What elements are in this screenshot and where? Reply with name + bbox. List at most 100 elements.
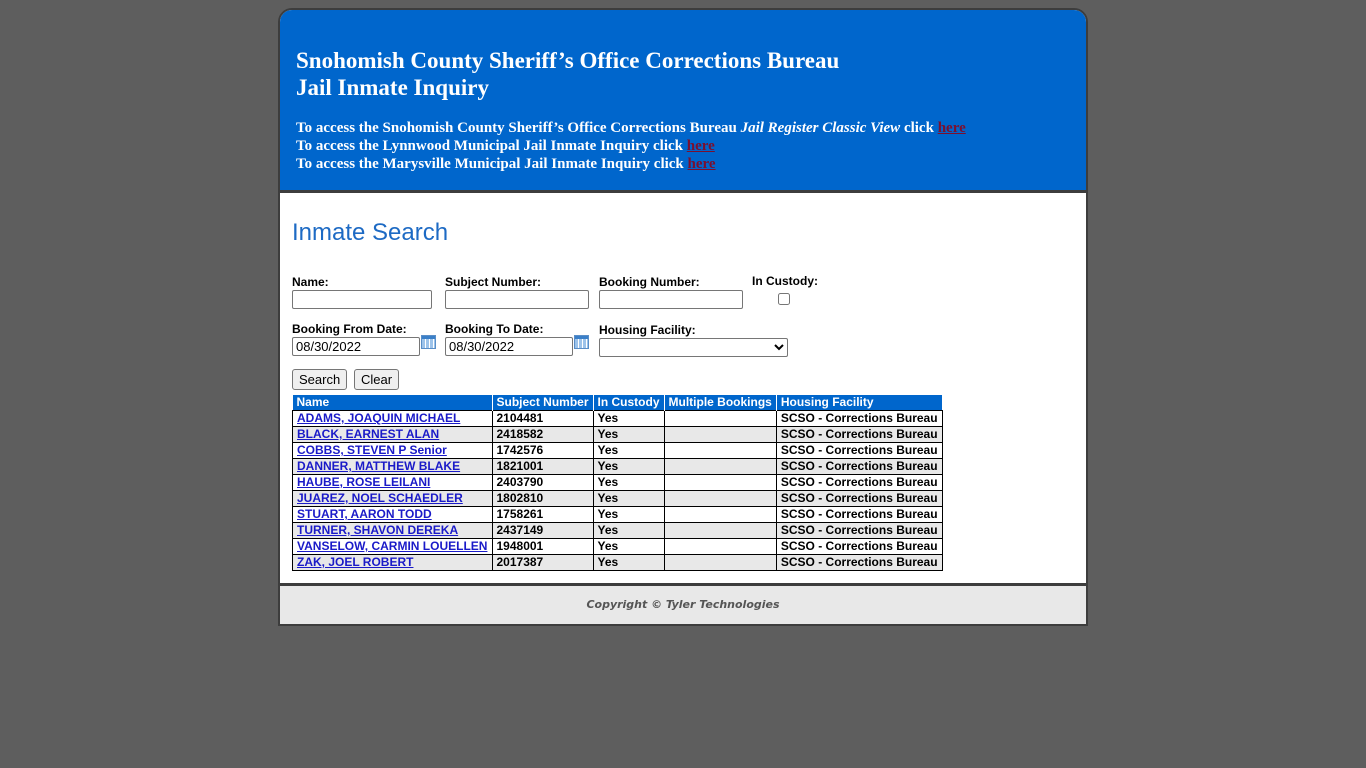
inmate-name-link[interactable]: DANNER, MATTHEW BLAKE xyxy=(297,459,460,473)
link-text: click xyxy=(900,120,938,136)
clear-button[interactable]: Clear xyxy=(354,369,400,390)
subject-number-cell: 1802810 xyxy=(491,490,594,507)
in-custody-cell: Yes xyxy=(592,474,665,491)
housing-facility-cell: SCSO - Corrections Bureau xyxy=(775,458,943,475)
in-custody-cell: Yes xyxy=(592,506,665,523)
table-row: DANNER, MATTHEW BLAKE 1821001 Yes SCSO - Co… xyxy=(292,458,943,475)
results-table: Name Subject Number In Custody Multiple … xyxy=(292,395,943,571)
multiple-bookings-cell xyxy=(663,522,777,539)
lynnwood-link[interactable]: here xyxy=(687,138,715,154)
inmate-name-cell: ZAK, JOEL ROBERT xyxy=(292,554,493,571)
in-custody-cell: Yes xyxy=(592,458,665,475)
column-header-in-custody[interactable]: In Custody xyxy=(593,395,665,411)
inmate-name-cell: DANNER, MATTHEW BLAKE xyxy=(292,458,493,475)
multiple-bookings-cell xyxy=(663,410,777,427)
booking-from-date-label: Booking From Date: xyxy=(292,322,407,336)
multiple-bookings-cell xyxy=(663,442,777,459)
site-title-line2: Jail Inmate Inquiry xyxy=(296,75,489,100)
multiple-bookings-cell xyxy=(663,474,777,491)
table-row: JUAREZ, NOEL SCHAEDLER 1802810 Yes SCSO - C… xyxy=(292,490,943,507)
in-custody-cell: Yes xyxy=(592,410,665,427)
housing-facility-cell: SCSO - Corrections Bureau xyxy=(775,538,943,555)
column-header-name[interactable]: Name xyxy=(292,395,493,411)
search-button[interactable]: Search xyxy=(292,369,348,390)
subject-number-cell: 2403790 xyxy=(491,474,594,491)
booking-from-date-input[interactable] xyxy=(292,337,420,356)
inmate-name-cell: BLACK, EARNEST ALAN xyxy=(292,426,493,443)
subject-number-input[interactable] xyxy=(445,290,589,309)
booking-to-date-input[interactable] xyxy=(445,337,573,356)
multiple-bookings-cell xyxy=(663,458,777,475)
calendar-icon[interactable] xyxy=(421,335,436,349)
multiple-bookings-cell xyxy=(663,554,777,571)
inmate-name-link[interactable]: VANSELOW, CARMIN LOUELLEN xyxy=(297,539,487,553)
inmate-name-link[interactable]: TURNER, SHAVON DEREKA xyxy=(297,523,458,537)
booking-to-date-label: Booking To Date: xyxy=(445,322,544,336)
name-label: Name: xyxy=(292,275,329,289)
inmate-name-link[interactable]: ADAMS, JOAQUIN MICHAEL xyxy=(297,411,460,425)
inmate-name-cell: HAUBE, ROSE LEILANI xyxy=(292,474,493,491)
calendar-icon[interactable] xyxy=(574,335,589,349)
facility-field-group: Housing Facility: xyxy=(599,323,788,357)
inmate-name-link[interactable]: ZAK, JOEL ROBERT xyxy=(297,555,413,569)
copyright-text: Copyright © Tyler Technologies xyxy=(586,598,780,611)
column-header-subject-number[interactable]: Subject Number xyxy=(492,395,594,411)
name-field-group: Name: xyxy=(292,275,432,309)
page-container: Snohomish County Sheriff’s Office Correc… xyxy=(278,8,1088,626)
marysville-link[interactable]: here xyxy=(688,156,716,172)
housing-facility-select[interactable] xyxy=(599,338,788,357)
link-text: To access the Marysville Municipal Jail … xyxy=(296,156,688,172)
housing-facility-cell: SCSO - Corrections Bureau xyxy=(775,490,943,507)
booking-number-input[interactable] xyxy=(599,290,743,309)
site-title-line1: Snohomish County Sheriff’s Office Correc… xyxy=(296,48,840,73)
inmate-name-cell: ADAMS, JOAQUIN MICHAEL xyxy=(292,410,493,427)
in-custody-cell: Yes xyxy=(592,522,665,539)
link-italic-text: Jail Register Classic View xyxy=(740,120,901,136)
link-line-classic-view: To access the Snohomish County Sheriff’s… xyxy=(296,119,1070,137)
inmate-name-link[interactable]: JUAREZ, NOEL SCHAEDLER xyxy=(297,491,463,505)
site-header: Snohomish County Sheriff’s Office Correc… xyxy=(280,10,1086,193)
in-custody-cell: Yes xyxy=(592,490,665,507)
inmate-name-link[interactable]: COBBS, STEVEN P Senior xyxy=(297,443,447,457)
subject-number-cell: 1821001 xyxy=(491,458,594,475)
housing-facility-cell: SCSO - Corrections Bureau xyxy=(775,410,943,427)
multiple-bookings-cell xyxy=(663,506,777,523)
page-title: Inmate Search xyxy=(292,219,449,246)
inmate-name-cell: COBBS, STEVEN P Senior xyxy=(292,442,493,459)
classic-view-link[interactable]: here xyxy=(938,120,966,136)
housing-facility-cell: SCSO - Corrections Bureau xyxy=(775,442,943,459)
inmate-name-link[interactable]: STUART, AARON TODD xyxy=(297,507,432,521)
inmate-name-cell: JUAREZ, NOEL SCHAEDLER xyxy=(292,490,493,507)
in-custody-label: In Custody: xyxy=(752,274,818,288)
in-custody-cell: Yes xyxy=(592,538,665,555)
table-row: BLACK, EARNEST ALAN 2418582 Yes SCSO - Corr… xyxy=(292,426,943,443)
main-content: Inmate Search Name: Subject Number: Book… xyxy=(280,193,1086,583)
table-row: ADAMS, JOAQUIN MICHAEL 2104481 Yes SCSO - C… xyxy=(292,410,943,427)
multiple-bookings-cell xyxy=(663,426,777,443)
inmate-name-link[interactable]: HAUBE, ROSE LEILANI xyxy=(297,475,430,489)
table-row: VANSELOW, CARMIN LOUELLEN 1948001 Yes SCSO … xyxy=(292,538,943,555)
subject-number-cell: 2418582 xyxy=(491,426,594,443)
housing-facility-cell: SCSO - Corrections Bureau xyxy=(775,474,943,491)
from-date-field-group: Booking From Date: xyxy=(292,322,436,356)
inmate-name-cell: STUART, AARON TODD xyxy=(292,506,493,523)
table-row: TURNER, SHAVON DEREKA 2437149 Yes SCSO - Co… xyxy=(292,522,943,539)
custody-field-group: In Custody: xyxy=(752,274,818,308)
link-text: To access the Snohomish County Sheriff’s… xyxy=(296,120,741,136)
site-title: Snohomish County Sheriff’s Office Correc… xyxy=(296,47,1070,101)
in-custody-checkbox[interactable] xyxy=(778,293,790,305)
column-header-housing-facility[interactable]: Housing Facility xyxy=(776,395,943,411)
in-custody-cell: Yes xyxy=(592,554,665,571)
link-line-lynnwood: To access the Lynnwood Municipal Jail In… xyxy=(296,137,1070,155)
housing-facility-cell: SCSO - Corrections Bureau xyxy=(775,506,943,523)
search-form: Name: Subject Number: Booking Number: In… xyxy=(292,274,1074,395)
footer: Copyright © Tyler Technologies xyxy=(280,583,1086,624)
in-custody-cell: Yes xyxy=(592,426,665,443)
subject-number-cell: 2437149 xyxy=(491,522,594,539)
inmate-name-link[interactable]: BLACK, EARNEST ALAN xyxy=(297,427,439,441)
multiple-bookings-cell xyxy=(663,538,777,555)
column-header-multiple-bookings[interactable]: Multiple Bookings xyxy=(664,395,777,411)
housing-facility-label: Housing Facility: xyxy=(599,323,696,337)
name-input[interactable] xyxy=(292,290,432,309)
link-text: To access the Lynnwood Municipal Jail In… xyxy=(296,138,687,154)
